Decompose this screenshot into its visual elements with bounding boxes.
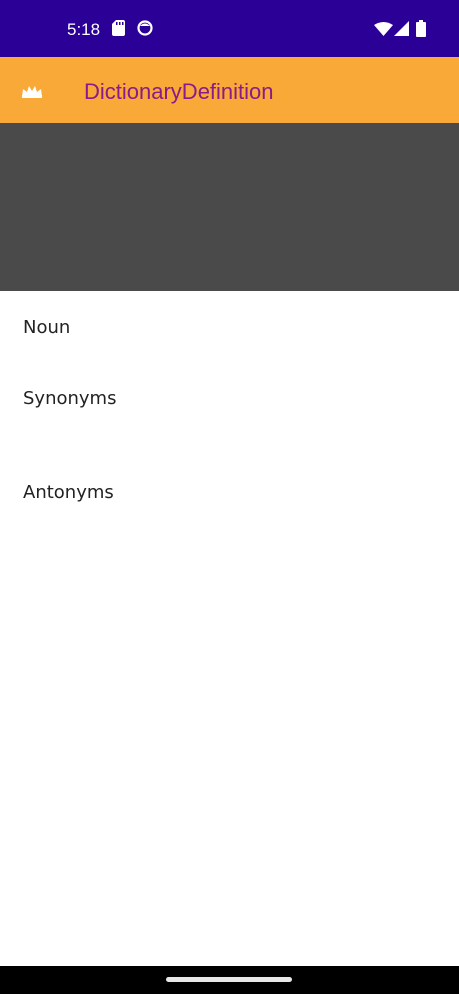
status-bar: 5:18 bbox=[0, 0, 459, 57]
wifi-icon bbox=[374, 22, 393, 36]
status-time: 5:18 bbox=[67, 20, 101, 39]
sd-card-icon bbox=[112, 20, 125, 36]
app-title: DictionaryDefinition bbox=[84, 79, 274, 104]
media-placeholder bbox=[0, 123, 459, 291]
battery-icon bbox=[416, 20, 426, 37]
face-icon bbox=[137, 20, 153, 36]
home-handle[interactable] bbox=[166, 977, 292, 982]
noun-label: Noun bbox=[23, 317, 71, 338]
crown-icon bbox=[22, 86, 42, 98]
signal-icon bbox=[394, 21, 409, 36]
synonyms-label: Synonyms bbox=[23, 388, 117, 409]
antonyms-label: Antonyms bbox=[23, 482, 114, 503]
